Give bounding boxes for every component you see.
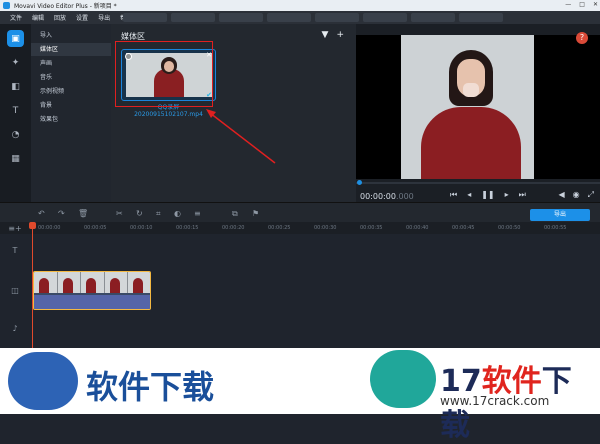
clip-audio-waveform[interactable]	[34, 295, 150, 309]
step-forward-icon[interactable]: ▸	[505, 190, 509, 200]
menu-bar: 文件 编辑 回放 设置 导出 帮助	[0, 11, 600, 24]
video-track-icon[interactable]: ◫	[0, 286, 30, 295]
editing-toolbar: ↶ ↷ 🗑 ✂ ↻ ⌗ ◐ ≡ ⧉ ⚑ 导出	[0, 202, 600, 222]
category-media-bin[interactable]: 媒体区	[31, 43, 111, 56]
highlight-box	[115, 41, 213, 107]
stickers-icon[interactable]: ◔	[7, 126, 24, 143]
timecode-ms: .000	[395, 192, 414, 201]
skip-forward-icon[interactable]: ⏭	[519, 190, 526, 200]
category-import[interactable]: 导入	[31, 29, 111, 42]
close-button[interactable]: ✕	[593, 1, 598, 8]
filter-icon[interactable]: ▼	[322, 30, 329, 40]
color-adjust-icon[interactable]: ◐	[174, 209, 181, 218]
menu-settings[interactable]: 设置	[76, 13, 88, 22]
crop-icon[interactable]: ⌗	[156, 209, 161, 219]
dragon-logo	[8, 352, 78, 410]
ruler-tick: 00:00:05	[84, 225, 107, 231]
text-track-icon: T	[12, 246, 18, 255]
undo-icon[interactable]: ↶	[38, 209, 45, 218]
ruler-tick: 00:00:35	[360, 225, 383, 231]
pause-icon[interactable]: ❚❚	[481, 190, 494, 200]
ruler-tick: 00:00:15	[176, 225, 199, 231]
fullscreen-icon[interactable]: ⤢	[588, 190, 594, 200]
transitions-icon[interactable]: ◧	[7, 78, 24, 95]
audio-track-icon: ♪	[12, 324, 18, 333]
clip-filmstrip	[34, 272, 150, 293]
step-back-icon[interactable]: ◂	[467, 190, 471, 200]
category-list: 导入 媒体区 声画 音乐 示例视频 背景 效果包	[31, 24, 111, 202]
magic-wand-icon[interactable]: ✦	[7, 54, 24, 71]
skip-back-icon[interactable]: ⏮	[450, 190, 457, 200]
category-backgrounds[interactable]: 背景	[31, 99, 111, 112]
export-button[interactable]: 导出	[530, 209, 590, 221]
ruler-tick: 00:00:50	[498, 225, 521, 231]
titles-icon[interactable]: T	[7, 102, 24, 119]
category-sound[interactable]: 声画	[31, 57, 111, 70]
ruler-tick: 00:00:55	[544, 225, 567, 231]
app-icon	[3, 2, 10, 9]
watermark-left-text: 软件下载	[86, 368, 215, 406]
help-icon[interactable]: ?	[576, 32, 588, 44]
preview-frame	[401, 35, 534, 179]
redo-icon[interactable]: ↷	[58, 209, 65, 218]
delete-icon[interactable]: 🗑	[78, 209, 88, 218]
ruler-tick: 00:00:20	[222, 225, 245, 231]
minimize-button[interactable]: —	[565, 1, 571, 8]
volume-icon[interactable]: ◀	[558, 190, 564, 200]
maximize-button[interactable]: □	[579, 1, 585, 8]
rotate-icon[interactable]: ↻	[136, 209, 143, 218]
add-media-icon[interactable]: +	[336, 30, 344, 40]
category-effect-packs[interactable]: 效果包	[31, 113, 111, 126]
marker-icon[interactable]: ⚑	[252, 209, 259, 218]
ruler-tick: 00:00:10	[130, 225, 153, 231]
overlay-icon[interactable]: ⧉	[232, 209, 238, 219]
video-preview	[356, 35, 600, 179]
snapshot-icon[interactable]: ◉	[573, 190, 580, 200]
ruler-tick: 00:00:45	[452, 225, 475, 231]
scrubber-handle[interactable]	[357, 180, 362, 185]
timecode: 00:00:00.000	[360, 192, 414, 201]
menu-file[interactable]: 文件	[10, 13, 22, 22]
preview-scrubber[interactable]	[356, 180, 600, 185]
ruler-tick: 00:00:00	[38, 225, 61, 231]
import-media-icon[interactable]: ▣	[7, 30, 24, 47]
category-sample-videos[interactable]: 示例视频	[31, 85, 111, 98]
dragon-logo-green	[370, 350, 436, 408]
title-bar: Movavi Video Editor Plus - 新项目 * — □ ✕	[0, 0, 600, 11]
ruler-tick: 00:00:30	[314, 225, 337, 231]
category-music[interactable]: 音乐	[31, 71, 111, 84]
timeline-ruler[interactable]: 00:00:00 00:00:05 00:00:10 00:00:15 00:0…	[0, 222, 600, 234]
timecode-main: 00:00:00	[360, 192, 396, 201]
tool-sidebar: ▣ ✦ ◧ T ◔ ▦	[0, 24, 31, 202]
more-tools-icon[interactable]: ▦	[7, 150, 24, 167]
menu-export[interactable]: 导出	[98, 13, 110, 22]
menu-playback[interactable]: 回放	[54, 13, 66, 22]
clip-properties-icon[interactable]: ≡	[194, 209, 201, 218]
ruler-tick: 00:00:25	[268, 225, 291, 231]
add-track-icon[interactable]: ≡+	[0, 224, 30, 233]
watermark-url: www.17crack.com	[440, 394, 550, 408]
annotation-arrow	[206, 109, 276, 164]
cut-icon[interactable]: ✂	[116, 209, 123, 218]
taskbar-tabs	[123, 13, 503, 22]
timeline-video-clip[interactable]	[33, 271, 151, 310]
preview-panel: ? 00:00:00.000 ⏮ ◂ ❚❚ ▸ ⏭ ◀ ◉ ⤢	[356, 24, 600, 202]
window-title: Movavi Video Editor Plus - 新项目 *	[14, 3, 117, 10]
ruler-tick: 00:00:40	[406, 225, 429, 231]
menu-edit[interactable]: 编辑	[32, 13, 44, 22]
